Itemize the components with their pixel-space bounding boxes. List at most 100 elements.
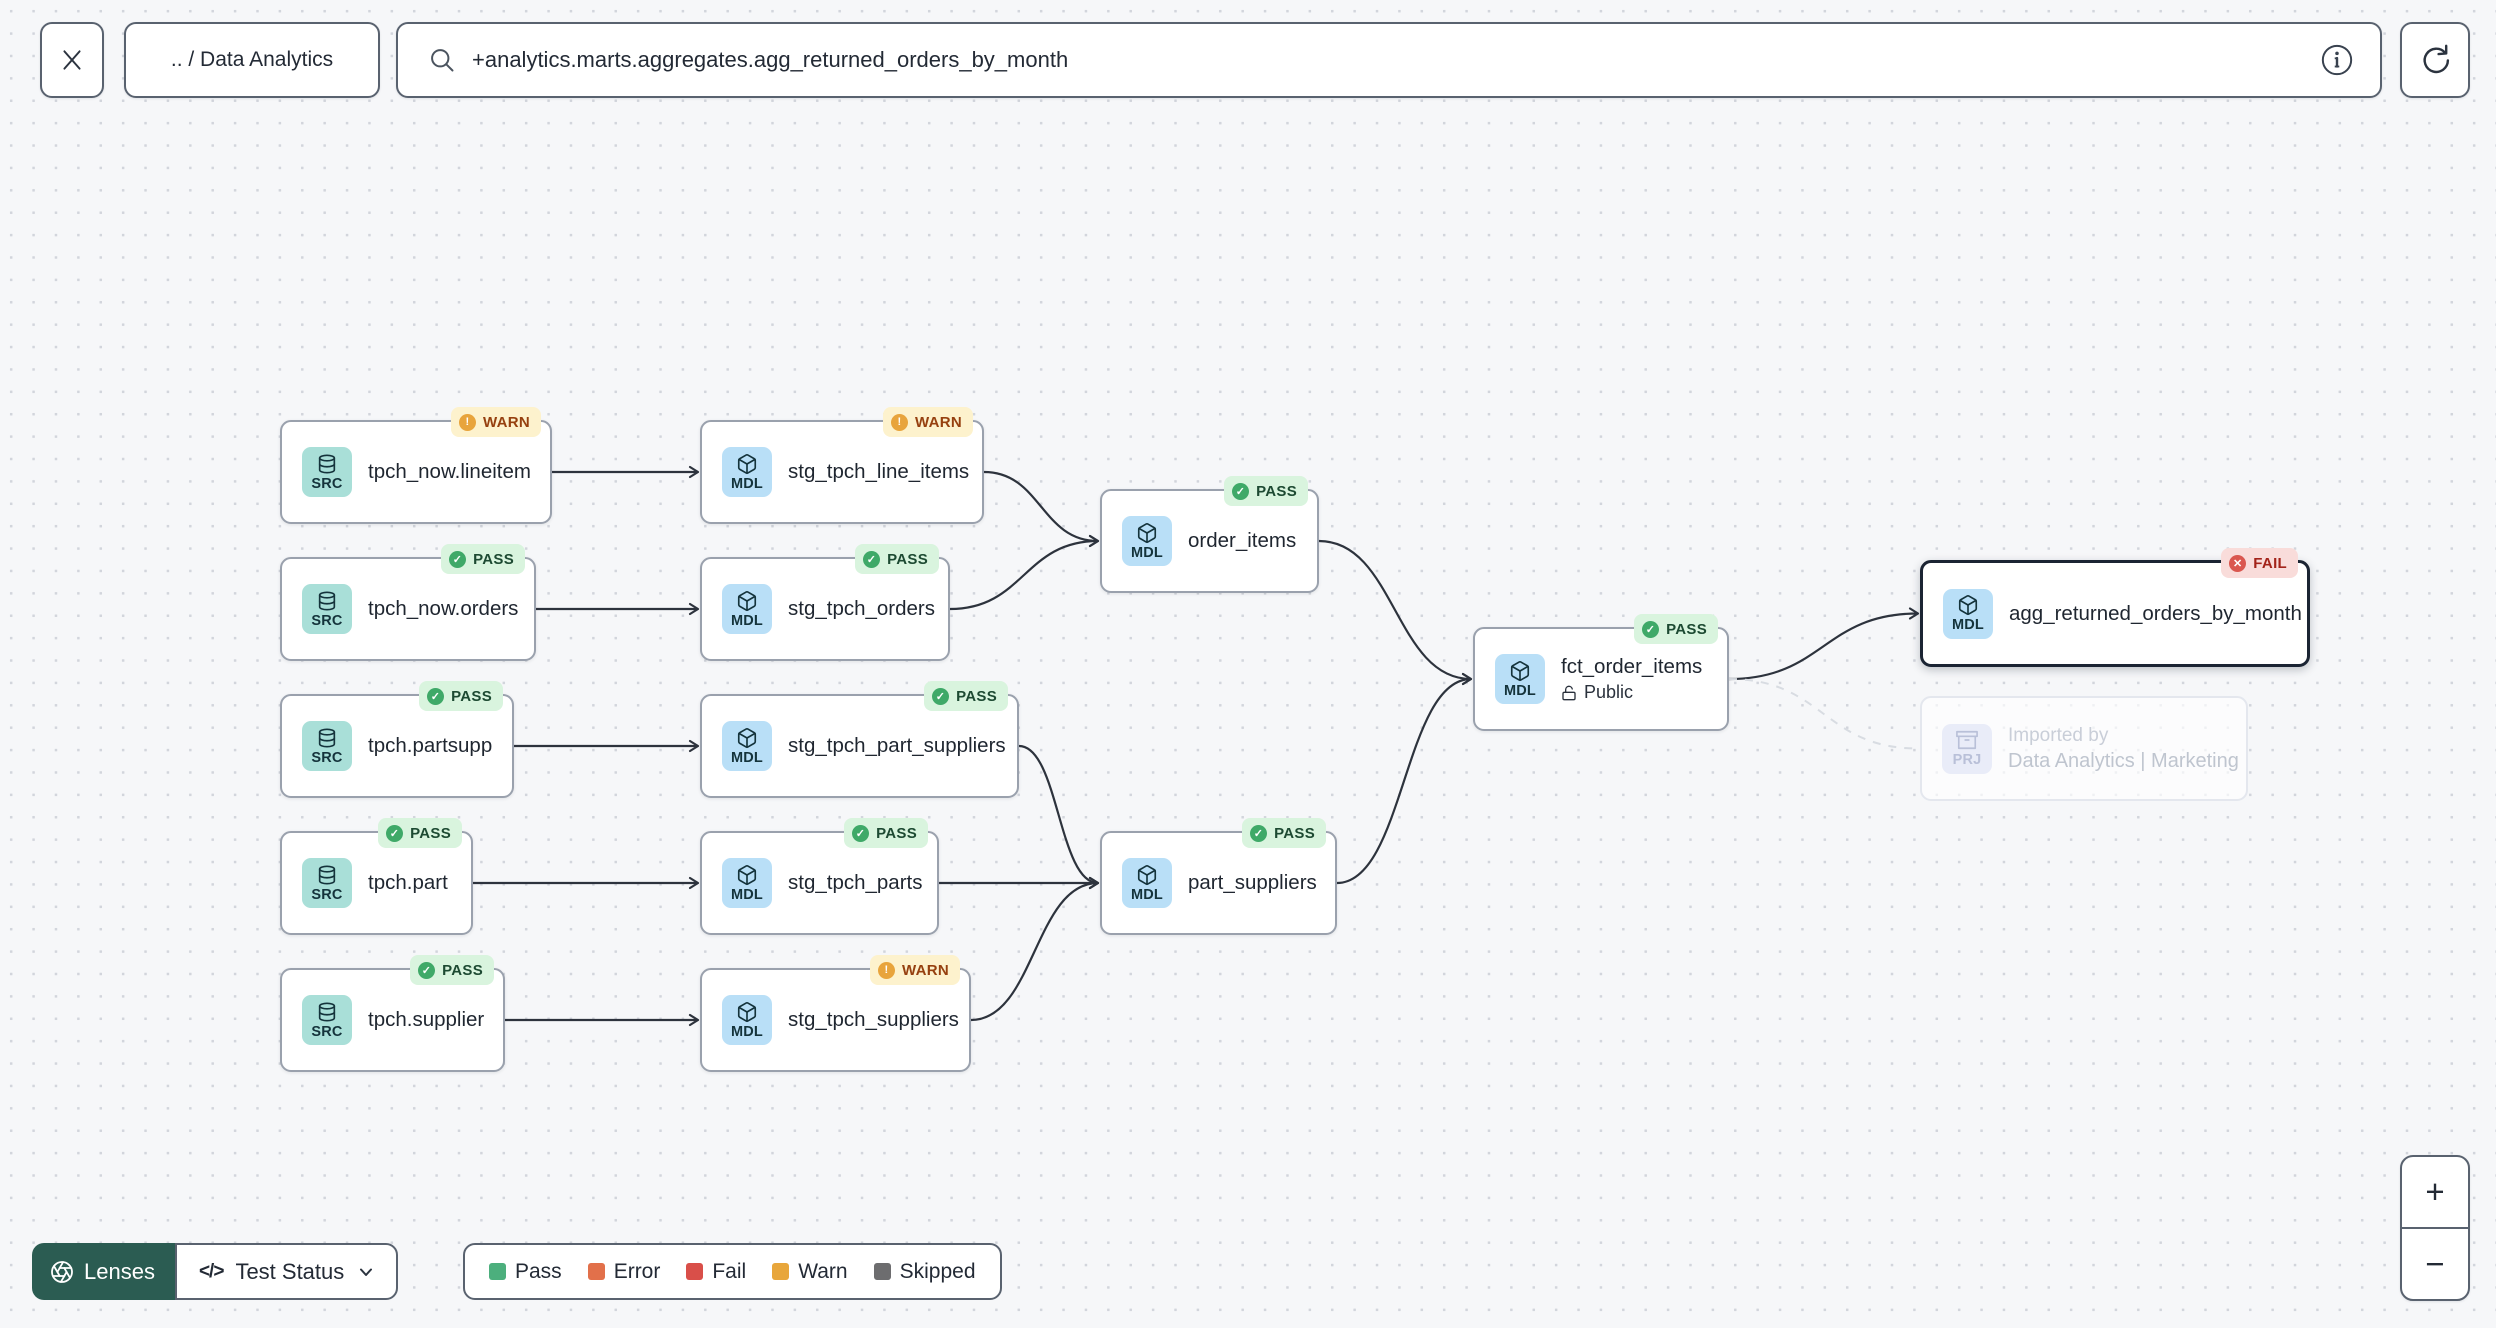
- mdl-icon: MDL: [1943, 588, 1993, 639]
- status-badge-pass: ✓ PASS: [844, 818, 928, 848]
- legend-swatch-pass: [489, 1263, 506, 1280]
- test-status-legend: Pass Error Fail Warn Skipped: [463, 1243, 1002, 1300]
- database-icon: [318, 1001, 336, 1022]
- pass-status-icon: ✓: [449, 550, 467, 568]
- graph-node-tpch.part[interactable]: ✓ PASS SRC tpch.part: [280, 818, 473, 935]
- legend-swatch-skipped: [873, 1263, 891, 1280]
- status-badge-label: PASS: [410, 824, 451, 842]
- pass-status-icon: ✓: [1232, 482, 1250, 500]
- warn-status-icon: !: [890, 413, 908, 431]
- node-title: fct_order_items: [1561, 655, 1703, 678]
- node-title: stg_tpch_orders: [788, 597, 936, 620]
- cube-icon: [737, 727, 757, 748]
- graph-node-stg_tpch_part_suppliers[interactable]: ✓ PASS MDL stg_tpch_part_suppliers: [700, 681, 1019, 798]
- mdl-icon: MDL: [722, 721, 772, 771]
- status-badge-label: WARN: [482, 413, 530, 431]
- status-badge-label: PASS: [956, 687, 997, 705]
- node-title: tpch_now.lineitem: [368, 460, 531, 483]
- mdl-icon: MDL: [1122, 516, 1172, 566]
- status-badge-label: PASS: [876, 824, 917, 842]
- legend-swatch-warn: [772, 1263, 790, 1280]
- status-badge-label: PASS: [442, 961, 483, 979]
- node-text: Imported by Data Analytics | Marketing: [2008, 725, 2239, 773]
- mdl-icon: MDL: [722, 995, 772, 1045]
- database-icon: [318, 590, 336, 611]
- graph-node-tpch_now.orders[interactable]: ✓ PASS SRC tpch_now.orders: [280, 544, 536, 661]
- src-icon: SRC: [302, 584, 352, 634]
- refresh-button[interactable]: [2400, 22, 2470, 98]
- edge-stg_tpch_orders-to-order_items: [949, 534, 1100, 611]
- node-text: stg_tpch_part_suppliers: [788, 734, 1006, 758]
- node-title: tpch.partsupp: [368, 734, 493, 757]
- status-badge-pass: ✓ PASS: [924, 681, 1008, 711]
- status-badge-label: WARN: [901, 961, 949, 979]
- pass-status-icon: ✓: [852, 824, 870, 842]
- node-title: agg_returned_orders_by_month: [2009, 601, 2302, 625]
- status-badge-pass: ✓ PASS: [378, 818, 462, 848]
- status-badge-warn: ! WARN: [869, 955, 960, 985]
- lineage-canvas[interactable]: ! WARN SRC tpch_now.lineitem! WARN MDL stg_tpc…: [0, 0, 2496, 1328]
- search-input[interactable]: [472, 47, 2320, 73]
- cube-icon: [1958, 595, 1978, 616]
- graph-node-order_items[interactable]: ✓ PASS MDL order_items: [1100, 476, 1319, 593]
- node-title: order_items: [1188, 529, 1297, 552]
- pass-status-icon: ✓: [427, 687, 445, 705]
- pass-status-icon: ✓: [418, 961, 436, 979]
- cube-icon: [737, 590, 757, 611]
- aperture-icon: [51, 1260, 73, 1283]
- info-icon[interactable]: [2320, 43, 2354, 77]
- status-badge-pass: ✓ PASS: [1224, 476, 1308, 506]
- graph-node-stg_tpch_line_items[interactable]: ! WARN MDL stg_tpch_line_items: [700, 407, 984, 524]
- node-type-label: MDL: [730, 1023, 763, 1040]
- graph-node-agg_returned_orders_by_month[interactable]: ✕ FAIL MDL agg_returned_orders_by_month: [1920, 548, 2310, 667]
- code-icon: </>: [198, 1260, 225, 1282]
- graph-node-tpch.supplier[interactable]: ✓ PASS SRC tpch.supplier: [280, 955, 505, 1072]
- node-text: tpch_now.lineitem: [368, 460, 531, 484]
- node-type-label: MDL: [730, 749, 763, 766]
- mdl-icon: MDL: [722, 447, 772, 497]
- zoom-out-button[interactable]: −: [2402, 1227, 2468, 1299]
- search-icon: [431, 49, 454, 72]
- lenses-button[interactable]: Lenses: [32, 1243, 175, 1300]
- node-type-label: SRC: [311, 886, 343, 903]
- ghost-node-project: Data Analytics | Marketing: [2008, 749, 2239, 772]
- graph-node-stg_tpch_suppliers[interactable]: ! WARN MDL stg_tpch_suppliers: [700, 955, 971, 1072]
- status-badge-warn: ! WARN: [882, 407, 973, 437]
- graph-node-part_suppliers[interactable]: ✓ PASS MDL part_suppliers: [1100, 818, 1337, 935]
- lenses-toolbar: Lenses </> Test Status: [32, 1243, 399, 1300]
- zoom-in-button[interactable]: +: [2402, 1157, 2468, 1227]
- cube-icon: [1510, 660, 1530, 681]
- fail-status-icon: ✕: [2229, 554, 2247, 572]
- node-title: stg_tpch_part_suppliers: [788, 734, 1006, 757]
- legend-label: Error: [613, 1259, 661, 1283]
- status-badge-label: PASS: [1666, 620, 1707, 638]
- node-type-label: MDL: [1130, 886, 1163, 903]
- legend-label: Fail: [712, 1259, 747, 1283]
- mdl-icon: MDL: [1495, 654, 1545, 704]
- graph-node-tpch.partsupp[interactable]: ✓ PASS SRC tpch.partsupp: [280, 681, 514, 798]
- lens-selector-dropdown[interactable]: </> Test Status: [174, 1243, 399, 1300]
- status-badge-pass: ✓ PASS: [855, 544, 939, 574]
- node-text: part_suppliers: [1188, 871, 1317, 895]
- node-text: tpch.partsupp: [368, 734, 492, 758]
- pass-status-icon: ✓: [932, 687, 950, 705]
- node-type-label: SRC: [311, 475, 343, 492]
- status-badge-pass: ✓ PASS: [419, 681, 503, 711]
- close-button[interactable]: [40, 22, 104, 98]
- graph-node-imported_by[interactable]: PRJ Imported by Data Analytics | Marketing: [1920, 696, 2248, 801]
- breadcrumb[interactable]: .. / Data Analytics: [124, 22, 380, 98]
- node-title: part_suppliers: [1188, 871, 1317, 894]
- breadcrumb-label: .. / Data Analytics: [170, 48, 334, 71]
- legend-swatch-error: [587, 1263, 605, 1280]
- status-badge-label: PASS: [451, 687, 492, 705]
- status-badge-label: PASS: [1274, 824, 1315, 842]
- graph-node-fct_order_items[interactable]: ✓ PASS MDL fct_order_items Public: [1473, 614, 1729, 731]
- graph-node-stg_tpch_parts[interactable]: ✓ PASS MDL stg_tpch_parts: [700, 818, 939, 935]
- pass-status-icon: ✓: [1250, 824, 1268, 842]
- graph-node-tpch_now.lineitem[interactable]: ! WARN SRC tpch_now.lineitem: [280, 407, 552, 524]
- database-icon: [318, 864, 336, 885]
- src-icon: SRC: [302, 995, 352, 1045]
- graph-node-stg_tpch_orders[interactable]: ✓ PASS MDL stg_tpch_orders: [700, 544, 950, 661]
- legend-item-error: Error: [587, 1259, 661, 1284]
- node-type-label: SRC: [311, 749, 343, 766]
